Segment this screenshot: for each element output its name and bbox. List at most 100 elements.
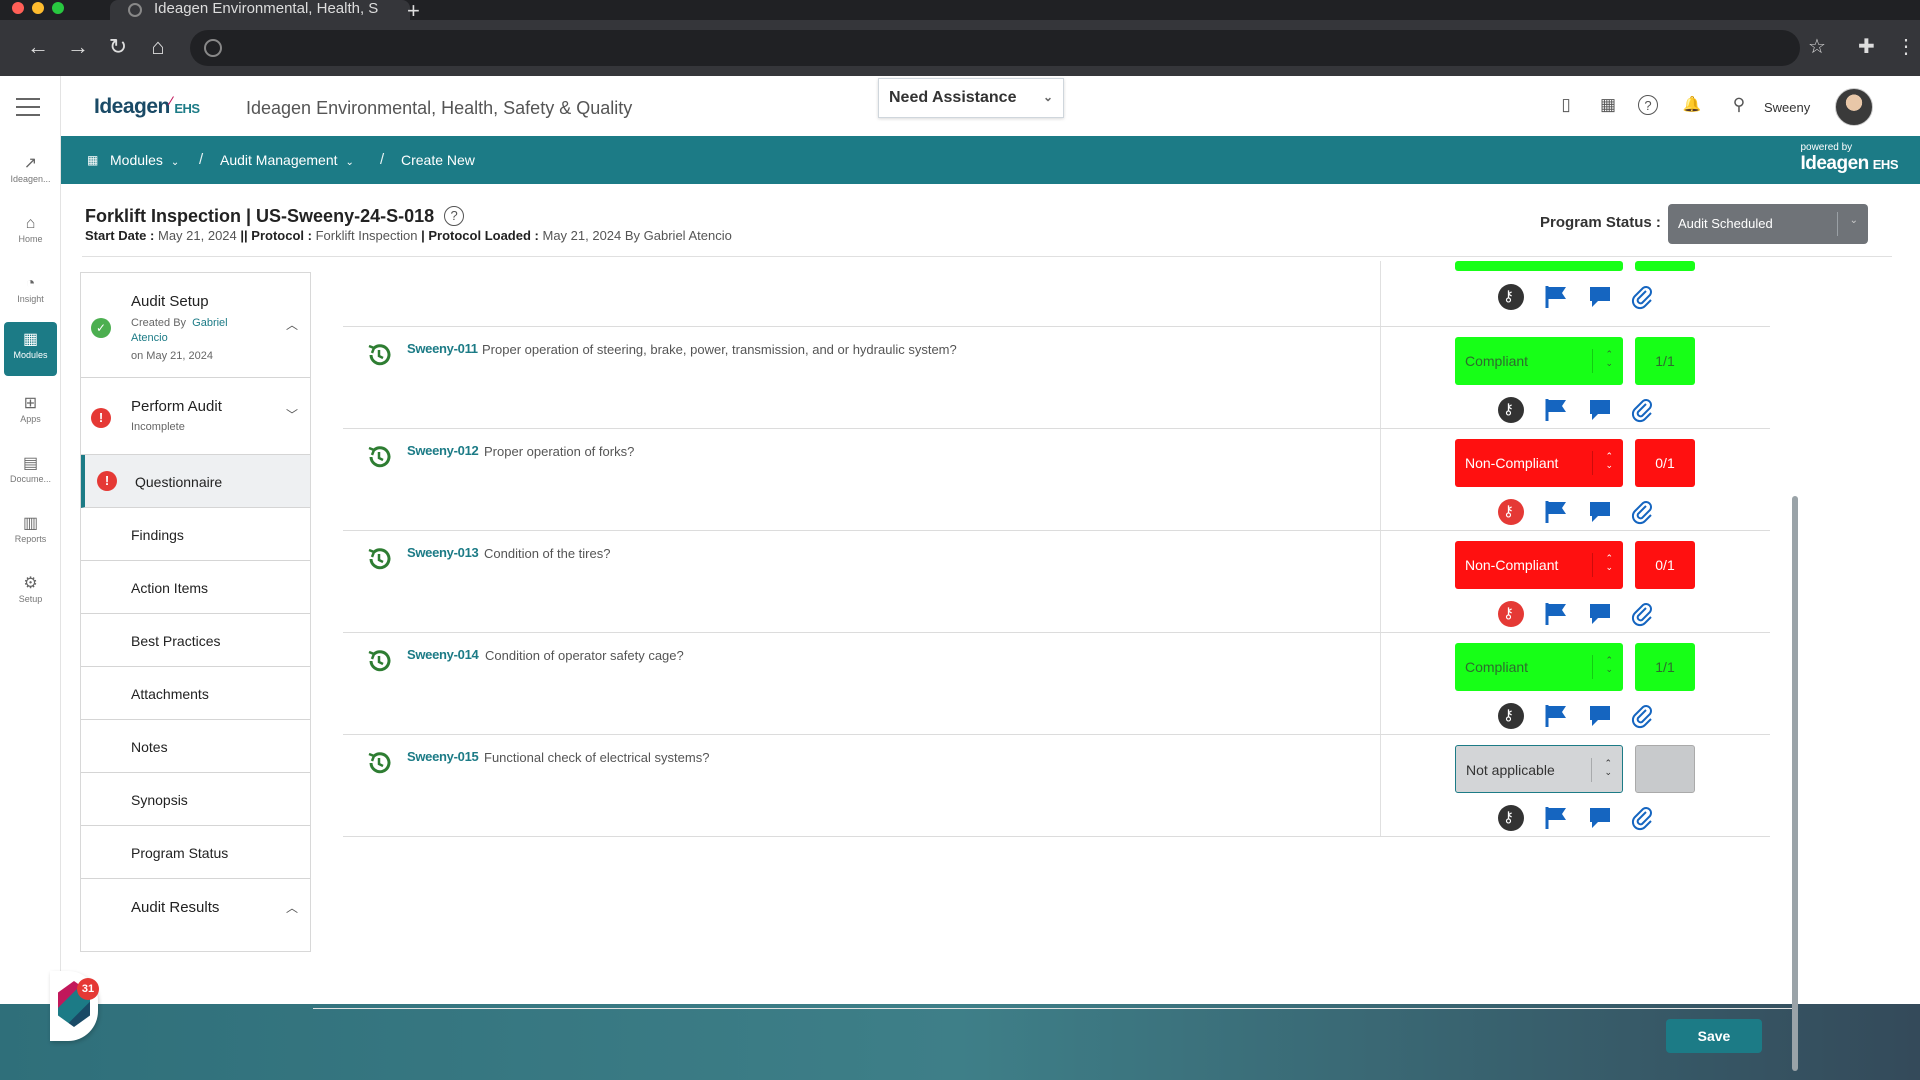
bookmark-star-icon[interactable]: ☆: [1808, 34, 1826, 59]
nav-item-modules[interactable]: ▦ Modules: [4, 322, 57, 376]
question-id[interactable]: Sweeny-011: [407, 341, 478, 356]
tab-notes[interactable]: Notes: [81, 720, 310, 773]
key-icon[interactable]: ⚷: [1498, 284, 1524, 310]
tab-synopsis[interactable]: Synopsis: [81, 773, 310, 826]
tab-best-practices[interactable]: Best Practices: [81, 614, 310, 667]
flag-icon[interactable]: [1543, 805, 1569, 831]
tab-program-status[interactable]: Program Status: [81, 826, 310, 879]
attachment-icon[interactable]: [1629, 601, 1655, 627]
nav-item-setup[interactable]: ⚙ Setup: [4, 566, 57, 620]
location-icon[interactable]: ⚲: [1728, 95, 1750, 117]
attachment-icon[interactable]: [1629, 499, 1655, 525]
history-icon[interactable]: [365, 749, 393, 777]
attachment-icon[interactable]: [1629, 703, 1655, 729]
audit-setup-section[interactable]: ✓ Audit Setup Created By Gabriel Atencio…: [81, 273, 310, 378]
extensions-icon[interactable]: ✚: [1858, 34, 1875, 59]
flag-icon[interactable]: [1543, 284, 1569, 310]
question-id[interactable]: Sweeny-012: [407, 443, 479, 458]
help-icon[interactable]: ?: [444, 206, 465, 226]
chevron-up-icon[interactable]: ︿: [286, 899, 298, 916]
program-status-select[interactable]: Audit Scheduled ⌄: [1668, 204, 1868, 244]
site-info-icon[interactable]: [204, 39, 222, 57]
question-id[interactable]: Sweeny-015: [407, 749, 479, 764]
save-button[interactable]: Save: [1666, 1019, 1762, 1053]
chevron-down-icon[interactable]: ﹀: [286, 406, 298, 423]
tab-action-items[interactable]: Action Items: [81, 561, 310, 614]
question-id[interactable]: Sweeny-013: [407, 545, 479, 560]
flag-icon[interactable]: [1543, 397, 1569, 423]
reload-button[interactable]: ↻: [104, 34, 132, 60]
comment-icon[interactable]: [1587, 397, 1613, 423]
scrollbar-thumb[interactable]: [1792, 496, 1798, 1071]
browser-menu-icon[interactable]: ⋮: [1896, 34, 1916, 59]
comment-icon[interactable]: [1587, 499, 1613, 525]
comment-icon[interactable]: [1587, 703, 1613, 729]
need-assistance-dropdown[interactable]: Need Assistance ⌄: [878, 78, 1064, 118]
comment-icon[interactable]: [1587, 284, 1613, 310]
question-row: Sweeny-012 Proper operation of forks? Non-…: [343, 429, 1770, 531]
home-button[interactable]: ⌂: [144, 34, 172, 60]
browser-tab[interactable]: Ideagen Environmental, Health, S: [110, 0, 410, 20]
audit-setup-title: Audit Setup: [131, 293, 209, 310]
nav-item-apps[interactable]: ⊞ Apps: [4, 386, 57, 440]
tab-questionnaire[interactable]: ! Questionnaire: [81, 455, 310, 508]
status-select[interactable]: [1455, 261, 1623, 271]
hamburger-menu-icon[interactable]: [16, 98, 40, 122]
tab-findings[interactable]: Findings: [81, 508, 310, 561]
nav-item-documents[interactable]: ▤ Docume...: [4, 446, 57, 500]
attachment-icon[interactable]: [1629, 805, 1655, 831]
breadcrumb-create-new[interactable]: Create New: [401, 152, 475, 168]
status-select[interactable]: Not applicable ⌃ ⌄: [1455, 745, 1623, 793]
history-icon[interactable]: [365, 647, 393, 675]
chevron-down-icon: ⌄: [345, 157, 354, 168]
chevron-up-icon[interactable]: ︿: [286, 316, 298, 333]
forward-button[interactable]: →: [64, 34, 92, 60]
key-icon[interactable]: ⚷: [1498, 397, 1524, 423]
help-icon[interactable]: ?: [1638, 95, 1658, 115]
back-button[interactable]: ←: [24, 34, 52, 60]
attachment-icon[interactable]: [1629, 284, 1655, 310]
attachment-icon[interactable]: [1629, 397, 1655, 423]
key-icon[interactable]: ⚷: [1498, 805, 1524, 831]
avatar[interactable]: [1835, 88, 1873, 126]
maximize-window-button[interactable]: [52, 2, 64, 14]
bell-icon[interactable]: 🔔: [1681, 95, 1703, 117]
tab-attachments[interactable]: Attachments: [81, 667, 310, 720]
key-icon[interactable]: ⚷: [1498, 499, 1524, 525]
key-icon[interactable]: ⚷: [1498, 703, 1524, 729]
ideagen-logo[interactable]: Ideagen⁄ EHS: [94, 94, 200, 119]
nav-item-home[interactable]: ⌂ Home: [4, 206, 57, 260]
nav-item-insight[interactable]: ◔ Insight: [4, 266, 57, 320]
calendar-icon[interactable]: ▦: [1597, 95, 1619, 117]
minimize-window-button[interactable]: [32, 2, 44, 14]
score-box: [1635, 261, 1695, 271]
user-name[interactable]: Sweeny: [1764, 100, 1810, 115]
url-input[interactable]: [190, 30, 1800, 66]
nav-item-reports[interactable]: ▥ Reports: [4, 506, 57, 560]
history-icon[interactable]: [365, 545, 393, 573]
status-select[interactable]: Non-Compliant ⌃ ⌄: [1455, 439, 1623, 487]
status-select[interactable]: Compliant ⌃ ⌄: [1455, 337, 1623, 385]
status-select[interactable]: Non-Compliant ⌃ ⌄: [1455, 541, 1623, 589]
audit-results-section[interactable]: Audit Results ︿: [81, 879, 310, 951]
history-icon[interactable]: [365, 443, 393, 471]
comment-icon[interactable]: [1587, 805, 1613, 831]
comment-icon[interactable]: [1587, 601, 1613, 627]
audit-results-title: Audit Results: [131, 899, 220, 916]
flag-icon[interactable]: [1543, 703, 1569, 729]
mobile-icon[interactable]: ▯: [1555, 95, 1577, 117]
breadcrumb-audit-management[interactable]: Audit Management ⌄: [220, 152, 354, 168]
breadcrumb-modules[interactable]: Modules ⌄: [110, 152, 179, 168]
flag-icon[interactable]: [1543, 499, 1569, 525]
history-icon[interactable]: [365, 341, 393, 369]
nav-item-ideagen[interactable]: ↗ Ideagen...: [4, 146, 57, 200]
insight-icon: ◔: [25, 275, 36, 292]
chevron-down-icon: ⌄: [170, 157, 180, 168]
close-window-button[interactable]: [12, 2, 24, 14]
breadcrumb-separator: /: [199, 151, 204, 168]
perform-audit-section[interactable]: ! Perform Audit Incomplete ﹀: [81, 378, 310, 455]
flag-icon[interactable]: [1543, 601, 1569, 627]
question-id[interactable]: Sweeny-014: [407, 647, 479, 662]
key-icon[interactable]: ⚷: [1498, 601, 1524, 627]
status-select[interactable]: Compliant ⌃ ⌄: [1455, 643, 1623, 691]
